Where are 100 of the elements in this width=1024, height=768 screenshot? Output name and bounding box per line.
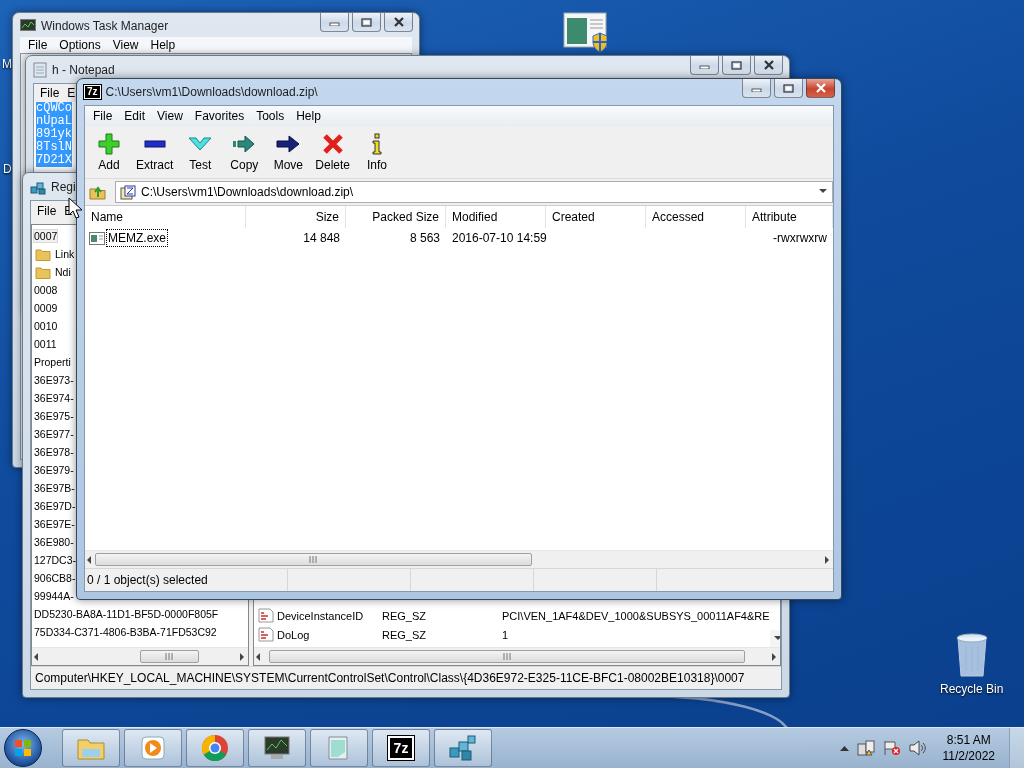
menu-item[interactable]: File [36,86,64,100]
close-button[interactable] [384,13,413,32]
string-value-icon [258,627,274,642]
tree-item[interactable]: DD5230-BA8A-11D1-BF5D-0000F805F [33,607,220,621]
column-header[interactable]: Name [85,206,246,228]
toolbar-button[interactable]: Info [357,132,398,172]
tree-item[interactable]: Link [54,247,76,261]
clock[interactable]: 8:51 AM 11/2/2022 [942,732,995,764]
cubes-icon [448,734,478,762]
tree-item[interactable]: 36E980- [33,535,75,549]
plus-icon [98,132,120,155]
network-icon[interactable] [856,740,875,756]
close-button[interactable] [806,79,835,98]
menu-item[interactable]: Edit [118,109,152,123]
window-title: Windows Task Manager [41,19,169,33]
minimize-button[interactable] [690,56,719,75]
menu-item[interactable]: File [22,38,54,52]
maximize-button[interactable] [722,56,751,75]
tree-item[interactable]: 0010 [33,319,59,333]
play-icon [139,734,167,762]
show-hidden-icons-icon[interactable] [839,745,849,751]
status-text: 0 / 1 object(s) selected [87,573,208,587]
tree-item[interactable]: 99944A- [33,589,75,603]
column-header[interactable]: Created [546,206,646,228]
menu-item[interactable]: View [106,38,145,52]
menu-item[interactable]: Tools [250,109,291,123]
grip-icon [309,556,318,563]
close-button[interactable] [754,56,783,75]
toolbar-button[interactable]: Delete [312,132,354,172]
file-row[interactable]: MEMZ.exe 14 848 8 563 2016-07-10 14:59 -rwxrwxrw [85,228,833,248]
value-type: REG_SZ [382,609,427,622]
maximize-button[interactable] [774,79,803,98]
taskbar-button[interactable]: 7z [372,729,430,767]
tree-item[interactable]: 0007 [33,229,59,243]
minimize-button[interactable] [320,13,349,32]
menu-item[interactable]: Favorites [188,109,251,123]
column-header[interactable]: Packed Size [346,206,446,228]
status-text: Computer\HKEY_LOCAL_MACHINE\SYSTEM\CurrentControlSet\Control\Class\{4D36E972-E325-11CE-BFC1-08002BE10318}\0007 [35,671,745,685]
flag-warning-icon[interactable] [882,740,901,756]
horizontal-scrollbar[interactable] [254,647,780,665]
menu-item[interactable]: Options [53,38,107,52]
taskbar-button[interactable] [434,729,492,767]
window-title: Regi [51,180,76,194]
window-shield-icon[interactable] [563,12,607,54]
desktop-icon-label[interactable]: Recycle Bin [940,682,1004,696]
tree-item[interactable]: 75D334-C371-4806-B3BA-71FD53C92 [33,625,218,639]
toolbar-button[interactable]: Extract [133,132,177,172]
tree-item[interactable]: Ndi [54,265,72,279]
tree-item[interactable]: 0009 [33,301,59,315]
tree-item[interactable]: 0008 [33,283,59,297]
speaker-icon[interactable] [908,740,927,756]
toolbar-button[interactable]: Copy [224,132,265,172]
toolbar-button[interactable]: Add [89,132,129,172]
toolbar-button[interactable]: Test [180,132,221,172]
tree-item[interactable]: 36E974- [33,391,75,405]
tree-item[interactable]: 36E975- [33,409,75,423]
column-header[interactable]: Accessed [646,206,746,228]
tree-item[interactable]: Properti [33,355,72,369]
desktop-icon-label[interactable]: M [2,57,12,71]
tree-item[interactable]: 906CB8- [33,571,77,585]
minimize-button[interactable] [742,79,771,98]
close-icon [814,83,827,93]
toolbar-button[interactable]: Move [268,132,309,172]
tree-item[interactable]: 36E97D- [33,499,77,513]
menu-item[interactable]: File [87,109,119,123]
app-logo: 7z [84,85,101,99]
value-type: REG_SZ [382,628,427,641]
tree-item[interactable]: 36E979- [33,463,75,477]
tree-item[interactable]: 36E977- [33,427,75,441]
table-cell-text: 2016-07-10 14:59 [451,231,546,245]
column-header[interactable]: Attribute [746,206,833,228]
file-name: MEMZ.exe [106,229,168,247]
archive-icon [120,184,136,200]
menu-item[interactable]: Help [144,38,182,52]
desktop-icon-label[interactable]: D [3,162,12,176]
tree-item[interactable]: 36E97B- [33,481,76,495]
app-logo: 7z [387,736,415,760]
arrow-icon [276,132,301,155]
tree-item[interactable]: 0011 [33,337,58,351]
taskbar-button[interactable] [248,729,306,767]
menu-item[interactable]: E [63,86,80,100]
menu-item[interactable]: View [151,109,189,123]
address-field[interactable]: C:\Users\vm1\Downloads\download.zip\ [115,181,833,203]
column-header[interactable]: Size [246,206,346,228]
value-name: DeviceInstanceID [277,609,364,622]
horizontal-scrollbar[interactable] [32,647,248,665]
column-header[interactable]: Modified [446,206,546,228]
table-cell-text: -rwxrwxrw [772,231,828,245]
value-data: PCI\VEN_1AF4&DEV_1000&SUBSYS_00011AF4&RE [502,609,770,622]
horizontal-scrollbar[interactable] [85,550,833,568]
folder-icon [35,265,51,279]
tree-item[interactable]: 36E978- [33,445,75,459]
tree-item[interactable]: 36E973- [33,373,75,387]
grip-icon [502,653,511,660]
menu-item[interactable]: Help [290,109,327,123]
menu-item[interactable]: File [33,204,61,218]
start-button[interactable] [4,729,42,767]
tree-item[interactable]: 127DC3- [33,553,78,567]
maximize-button[interactable] [352,13,381,32]
tree-item[interactable]: 36E97E- [33,517,76,531]
